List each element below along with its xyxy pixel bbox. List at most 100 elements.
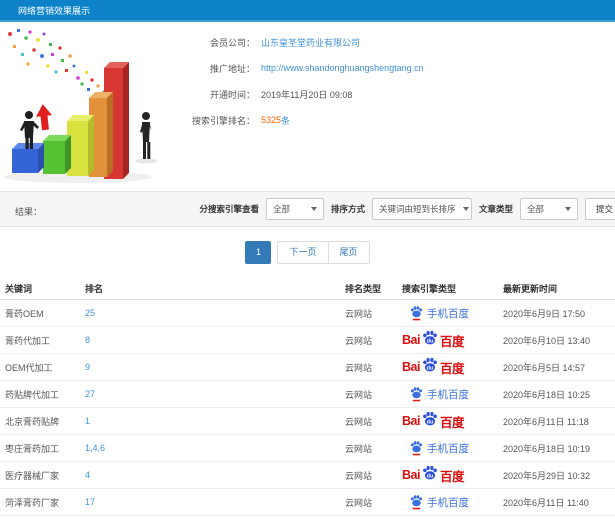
table-row: 枣庄膏药加工 1,4,6 云网站 手机百度 Bai du 百度 2020年6月1… <box>0 435 615 462</box>
keyword-cell: 医疗器械厂家 <box>5 470 60 481</box>
rank-type-cell: 云网站 <box>345 335 373 346</box>
company-name-link[interactable]: 山东皇圣堂药业有限公司 <box>261 36 360 49</box>
rank-link[interactable]: 1 <box>85 416 345 426</box>
engine-cell: 手机百度 Bai du 百度 <box>402 494 503 510</box>
engine-view-label: 分搜索引擎查看 <box>199 204 259 214</box>
chevron-down-icon <box>310 207 317 211</box>
engine-cell: 手机百度 Bai du 百度 <box>402 357 503 377</box>
promo-url-link[interactable]: http://www.shandonghuangshengtang.cn <box>261 63 424 73</box>
table-row: OEM代加工 9 云网站 手机百度 Bai du 百度 2020年6月5日 14… <box>0 354 615 381</box>
ranking-count-label: 搜索引擎排名： <box>191 115 255 126</box>
updated-cell: 2020年6月10日 13:40 <box>503 335 591 346</box>
result-label: 结果： <box>15 207 43 217</box>
bar-yellow <box>67 115 94 176</box>
keyword-cell: 膏药代加工 <box>5 335 51 346</box>
mobile-baidu-logo: 手机百度 <box>402 440 469 456</box>
open-time-label: 开通时间： <box>209 89 255 100</box>
page-title: 网络营销效果展示 <box>18 6 91 16</box>
mobile-baidu-logo: 手机百度 <box>402 494 469 510</box>
engine-view-select[interactable]: 全部 <box>265 198 324 220</box>
table-row: 北京膏药贴牌 1 云网站 手机百度 Bai du 百度 2020年6月11日 1… <box>0 408 615 435</box>
open-time-value: 2019年11月20日 09:08 <box>261 89 353 100</box>
svg-text:du: du <box>427 338 434 344</box>
col-updated: 最新更新时间 <box>503 283 558 294</box>
promo-url-label: 推广地址： <box>209 63 255 74</box>
rank-link[interactable]: 17 <box>85 497 345 507</box>
baidu-logo: Bai du 百度 <box>402 357 464 377</box>
ranking-count-value: 5325 <box>261 115 282 125</box>
article-type-label: 文章类型 <box>478 204 513 214</box>
rank-link[interactable]: 27 <box>85 389 345 399</box>
updated-cell: 2020年6月11日 11:40 <box>503 497 589 508</box>
updated-cell: 2020年6月5日 14:57 <box>503 362 586 373</box>
baidu-paw-icon <box>410 387 423 402</box>
rank-type-cell: 云网站 <box>345 443 373 454</box>
info-row-company: 会员公司： 山东皇圣堂药业有限公司 <box>165 29 424 55</box>
rank-link[interactable]: 8 <box>85 335 345 345</box>
baidu-logo: Bai du 百度 <box>402 330 464 350</box>
baidu-logo: Bai du 百度 <box>402 411 464 431</box>
mobile-baidu-logo: 手机百度 <box>402 386 469 402</box>
filter-bar: 结果： 分搜索引擎查看 全部 排序方式 关键词由短到长排序 文章类型 全部 提交 <box>0 191 615 227</box>
rank-link[interactable]: 9 <box>85 362 345 372</box>
keyword-cell: 膏药OEM <box>5 308 44 319</box>
updated-cell: 2020年6月11日 11:18 <box>503 416 589 427</box>
svg-text:du: du <box>427 419 434 425</box>
baidu-paw-icon: du <box>423 330 437 345</box>
table-row: 膏药代加工 8 云网站 手机百度 Bai du 百度 2020年6月10日 13… <box>0 327 615 354</box>
table-row: 膏药OEM 25 云网站 手机百度 Bai du 百度 2020年6月9日 17… <box>0 300 615 327</box>
svg-text:du: du <box>427 365 434 371</box>
table-row: 医疗器械厂家 4 云网站 手机百度 Bai du 百度 2020年5月29日 1… <box>0 462 615 489</box>
info-row-url: 推广地址： http://www.shandonghuangshengtang.… <box>165 55 424 81</box>
engine-cell: 手机百度 Bai du 百度 <box>402 411 503 431</box>
mobile-baidu-logo: 手机百度 <box>402 305 469 321</box>
submit-button[interactable]: 提交 <box>585 198 615 220</box>
page-1-button[interactable]: 1 <box>245 241 272 264</box>
rank-link[interactable]: 25 <box>85 308 345 318</box>
col-rank-type: 排名类型 <box>345 283 382 294</box>
info-row-open-time: 开通时间： 2019年11月20日 09:08 <box>165 81 424 107</box>
businessman-right <box>140 112 152 159</box>
growth-chart-illustration <box>4 29 157 183</box>
keyword-cell: 枣庄膏药加工 <box>5 443 60 454</box>
updated-cell: 2020年6月18日 10:19 <box>503 443 591 454</box>
col-keyword: 关键词 <box>5 283 33 294</box>
updated-cell: 2020年6月18日 10:25 <box>503 389 591 400</box>
chevron-down-icon <box>462 207 469 211</box>
rank-type-cell: 云网站 <box>345 497 373 508</box>
filter-controls: 分搜索引擎查看 全部 排序方式 关键词由短到长排序 文章类型 全部 提交 <box>199 192 615 226</box>
col-rank: 排名 <box>85 283 104 294</box>
baidu-paw-icon: du <box>423 411 437 426</box>
article-type-select[interactable]: 全部 <box>520 198 578 220</box>
rank-link[interactable]: 1,4,6 <box>85 443 345 453</box>
summary-section: 会员公司： 山东皇圣堂药业有限公司 推广地址： http://www.shand… <box>0 22 615 191</box>
table-header-row: 关键词 排名 排名类型 搜索引擎类型 最新更新时间 <box>0 277 615 300</box>
engine-cell: 手机百度 Bai du 百度 <box>402 386 503 402</box>
last-page-button[interactable]: 尾页 <box>327 241 370 264</box>
keyword-cell: OEM代加工 <box>5 362 53 373</box>
baidu-paw-icon <box>410 441 423 456</box>
keyword-cell: 北京膏药贴牌 <box>5 416 60 427</box>
rank-type-cell: 云网站 <box>345 362 373 373</box>
baidu-logo: Bai du 百度 <box>402 465 464 485</box>
chevron-down-icon <box>565 207 571 211</box>
keyword-ranking-table: 关键词 排名 排名类型 搜索引擎类型 最新更新时间 膏药OEM 25 云网站 手… <box>0 277 615 516</box>
table-row: 菏泽膏药厂家 17 云网站 手机百度 Bai du 百度 2020年6月11日 … <box>0 489 615 516</box>
engine-cell: 手机百度 Bai du 百度 <box>402 440 503 456</box>
rank-type-cell: 云网站 <box>345 416 373 427</box>
sort-select[interactable]: 关键词由短到长排序 <box>371 198 472 220</box>
confetti-dots <box>8 29 106 98</box>
info-row-ranking-count: 搜索引擎排名： 5325 条 <box>165 107 424 133</box>
next-page-button[interactable]: 下一页 <box>277 241 329 264</box>
table-row: 药贴牌代加工 27 云网站 手机百度 Bai du 百度 2020年6月18日 … <box>0 381 615 408</box>
baidu-paw-icon <box>410 306 423 321</box>
pagination: 1 下一页 尾页 <box>0 241 615 264</box>
engine-cell: 手机百度 Bai du 百度 <box>402 330 503 350</box>
rank-link[interactable]: 4 <box>85 470 345 480</box>
rank-type-cell: 云网站 <box>345 470 373 481</box>
baidu-paw-icon <box>410 495 423 510</box>
keyword-cell: 药贴牌代加工 <box>5 389 60 400</box>
baidu-paw-icon: du <box>423 357 437 372</box>
title-bar: 网络营销效果展示 <box>0 0 615 22</box>
ranking-count-unit: 条 <box>281 115 291 126</box>
